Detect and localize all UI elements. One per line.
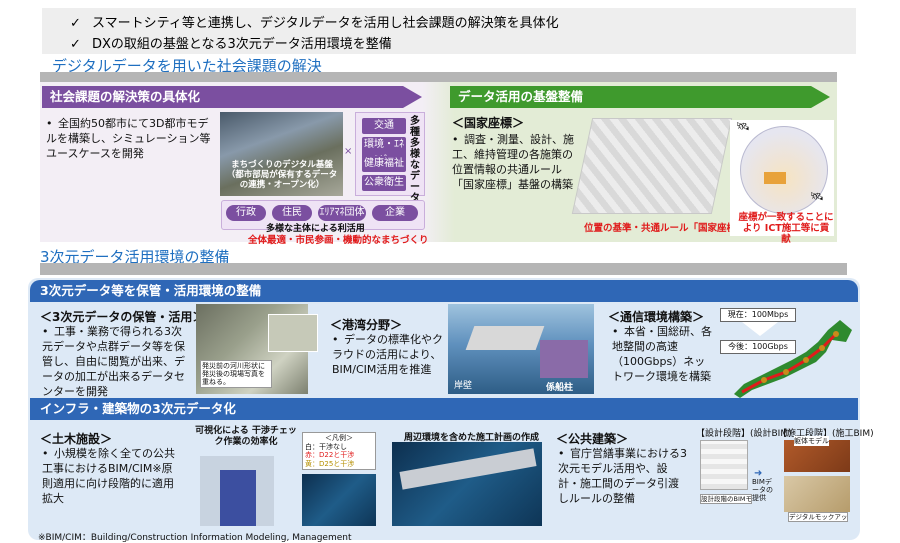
- satellite-caption: 座標が一致することにより ICT施工等に貢献: [738, 212, 834, 245]
- actor-area-mgmt: ｴﾘｱﾏﾈ団体: [318, 205, 366, 221]
- bollard-model: [540, 340, 588, 378]
- city-image-caption: まちづくりのデジタル基盤（都市部局が保有するデータの連携・オープン化）: [226, 160, 338, 190]
- civil-bullet: • 小規模を除く全ての公共工事におけるBIM/CIM※原則適用に向け段階的に適用拡…: [42, 447, 175, 505]
- mockup-caption: デジタルモックアップ: [788, 512, 848, 522]
- pier-model: [220, 470, 256, 526]
- national-coord-title: ＜国家座標＞: [452, 116, 525, 130]
- building-bullet: • 官庁営繕事業における3次元モデル活用や、設計・施工間のデータ引渡しルールの整備: [558, 447, 687, 505]
- network-bullet: • 本省・国総研、各地整間の高速（100Gbps）ネットワーク環境を構築: [612, 325, 712, 383]
- clash-check-title: 可視化による 干渉チェック作業の効率化: [195, 426, 297, 447]
- planning-red-label: 全体最適・市民参画・機動的なまちづくり: [248, 235, 429, 246]
- excavator-icon: [764, 172, 786, 184]
- building-title: ＜公共建築＞: [556, 432, 629, 446]
- summary-line-1: ✓ スマートシティ等と連携し、デジタルデータを活用し社会課題の解決策を具体化: [70, 16, 559, 31]
- data-vertical-label: 多種多様なデータ: [410, 116, 420, 204]
- bim-flow-label: BIMデータの提供: [752, 478, 773, 502]
- storage-title: ＜3次元データの保管・活用＞: [40, 310, 205, 324]
- coordinate-map-image: [571, 118, 733, 214]
- multiply-icon: ×: [344, 146, 353, 157]
- actor-residents: 住民: [272, 205, 312, 221]
- city-model-bullet: • 全国約50都市にて3D都市モデルを構築し、シミュレーション等ユースケースを開発: [46, 117, 211, 160]
- summary-line-2: ✓ DXの取組の基盤となる3次元データ活用環境を整備: [70, 37, 392, 52]
- legend-box: ＜凡例＞ 白：干渉なし 赤：D22と干渉 黄：D25と干渉: [302, 432, 376, 470]
- social-issue-heading: 社会課題の解決策の具体化: [42, 86, 422, 108]
- port-bullet: • データの標準化やクラウドの活用により、BIM/CIM活用を推進: [332, 333, 443, 376]
- storage-heading: 3次元データ等を保管・活用環境の整備: [30, 280, 858, 302]
- infra-heading: インフラ・建築物の3次元データ化: [30, 398, 858, 420]
- data-type-welfare: 健康福祉: [362, 156, 406, 172]
- data-type-hygiene: 公衆衛生: [362, 175, 406, 191]
- quay-label: 岸壁: [454, 381, 473, 391]
- port-title: ＜港湾分野＞: [330, 318, 403, 332]
- design-bim-model: [700, 440, 748, 490]
- national-coord-bullet: • 調査・測量、設計、施工、維持管理の各施策の位置情報の共通ルール「国家座標」基盤…: [452, 133, 574, 191]
- data-base-heading: データ活用の基盤整備: [450, 86, 830, 108]
- check-icon: ✓: [70, 16, 81, 31]
- quay-model: [465, 326, 545, 350]
- satellite-icon-2: 🛰: [810, 190, 824, 203]
- data-type-traffic: 交通: [362, 118, 406, 134]
- rebar-check-image: [302, 474, 376, 526]
- summary-box: ✓ スマートシティ等と連携し、デジタルデータを活用し社会課題の解決策を具体化 ✓ D…: [42, 8, 856, 54]
- bim-cim-footnote: ※BIM/CIM：Building/Construction Informati…: [38, 533, 352, 543]
- civil-title: ＜土木施設＞: [40, 432, 113, 446]
- bollard-label: 係船柱: [546, 383, 574, 393]
- actor-gov: 行政: [226, 205, 266, 221]
- actor-company: 企業: [372, 205, 418, 221]
- river-photo-inset: [268, 314, 318, 352]
- storage-bullet: • 工事・業務で得られる3次元データや点群データ等を保管し、自由に閲覧が出来、デー…: [42, 325, 185, 398]
- design-bim-caption: 設計段階のBIMモデル: [700, 494, 752, 504]
- map-caption: 位置の基準・共通ルール「国家座標」: [584, 223, 746, 234]
- frame-model-label: 躯体モデル: [794, 436, 829, 446]
- arrow-right-icon: ➜: [754, 468, 763, 479]
- satellite-icon: 🛰: [736, 120, 750, 133]
- section2-underline: [40, 263, 847, 275]
- check-icon: ✓: [70, 37, 81, 52]
- japan-map-icon: [734, 320, 852, 398]
- network-title: ＜通信環境構築＞: [608, 310, 705, 324]
- section1-underline: [40, 72, 837, 82]
- river-caption: 発災前の河川形状に発災後の現場写真を重ねる。: [200, 360, 272, 388]
- mockup-model: [784, 476, 850, 512]
